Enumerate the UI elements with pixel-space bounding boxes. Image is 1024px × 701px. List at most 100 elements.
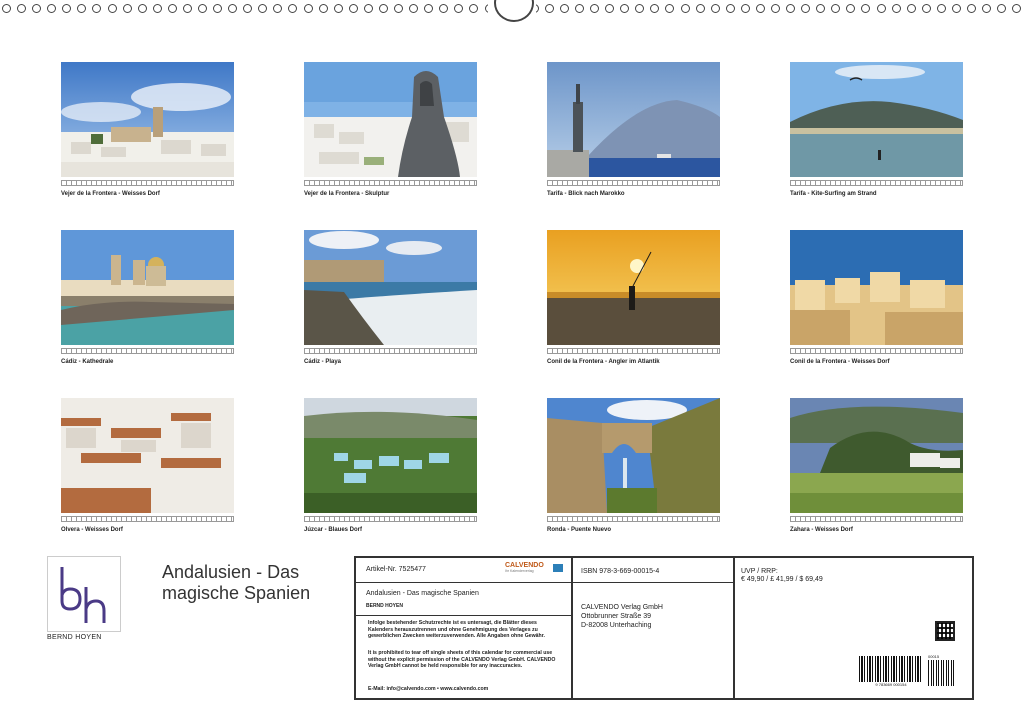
binding-ring (620, 4, 630, 13)
photo-card: Tarifa - Blick nach Marokko (547, 62, 720, 197)
photo-tarifa-kitesurfing (790, 62, 963, 177)
binding-ring (243, 4, 253, 13)
binding-ring (378, 4, 388, 13)
binding-ring (997, 4, 1007, 13)
binding-ring (92, 4, 102, 13)
photo-caption: Conil de la Frontera - Weisses Dorf (790, 359, 890, 365)
barcode-icon: 9 783669 000154 (859, 656, 923, 687)
binding-ring (982, 4, 992, 13)
binding-ring (273, 4, 283, 13)
binding-ring (152, 4, 162, 13)
spiral-binding (0, 0, 1024, 22)
photo-card: Conil de la Frontera - Angler im Atlanti… (547, 230, 720, 365)
price-info: UVP / RRP: € 49,90 / £ 41,99 / $ 69,49 (741, 568, 823, 584)
binding-ring (17, 4, 27, 13)
photo-caption: Ronda - Puente Nuevo (547, 527, 612, 533)
qr-code-icon (935, 621, 955, 641)
calendar-dates-strip (61, 348, 234, 354)
author-logo (47, 556, 121, 632)
binding-ring (333, 4, 343, 13)
calendar-dates-strip (61, 180, 234, 186)
photo-cadiz-cathedral (61, 230, 234, 345)
binding-ring (122, 4, 132, 13)
binding-ring (363, 4, 373, 13)
photo-caption: Vejer de la Frontera - Weisses Dorf (61, 191, 160, 197)
binding-ring (725, 4, 735, 13)
publisher-address: CALVENDO Verlag GmbH Ottobrunner Straße … (581, 604, 663, 629)
binding-ring (906, 4, 916, 13)
info-column-publisher: ISBN 978-3-669-00015-4 CALVENDO Verlag G… (571, 558, 735, 698)
binding-ring (544, 4, 554, 13)
binding-ring (801, 4, 811, 13)
binding-ring (921, 4, 931, 13)
product-info-box: Artikel-Nr. 7525477 CALVENDO Ihr Kalende… (354, 556, 974, 700)
photo-conil-village (790, 230, 963, 345)
binding-ring (62, 4, 72, 13)
binding-ring (559, 4, 569, 13)
isbn: ISBN 978-3-669-00015-4 (581, 568, 660, 575)
price-label: UVP / RRP: (741, 568, 778, 575)
binding-ring (967, 4, 976, 13)
binding-ring (424, 4, 434, 13)
binding-ring (107, 4, 117, 13)
binding-ring (650, 4, 660, 13)
photo-card: Tarifa - Kite-Surfing am Strand (790, 62, 963, 197)
calendar-hanger (494, 0, 534, 22)
binding-ring (77, 4, 87, 13)
binding-ring (182, 4, 192, 13)
binding-ring (32, 4, 42, 13)
photo-caption: Tarifa - Blick nach Marokko (547, 191, 625, 197)
binding-ring (574, 4, 584, 13)
binding-ring (288, 4, 298, 13)
photo-caption: Olvera - Weisses Dorf (61, 527, 123, 533)
calendar-dates-strip (304, 180, 477, 186)
binding-ring (876, 4, 886, 13)
calendar-dates-strip (304, 348, 477, 354)
barcode-number: 9 783669 000154 (875, 682, 907, 687)
barcode-addon-icon: 00015 (928, 654, 956, 686)
binding-ring (770, 4, 780, 13)
photo-caption: Cádiz - Kathedrale (61, 359, 114, 365)
product-author: BERND HOYEN (366, 603, 403, 609)
photo-card: Olvera - Weisses Dorf (61, 398, 234, 533)
barcode-addon-number: 00015 (928, 654, 940, 659)
photo-caption: Tarifa - Kite-Surfing am Strand (790, 191, 877, 197)
photo-ronda-bridge (547, 398, 720, 513)
author-name: BERND HOYEN (47, 634, 102, 641)
photo-zahara-village (790, 398, 963, 513)
calendar-title: Andalusien - Das magische Spanien (162, 562, 311, 603)
binding-ring (213, 4, 223, 13)
binding-ring (394, 4, 404, 13)
photo-caption: Vejer de la Frontera - Skulptur (304, 191, 390, 197)
legal-notice-german: Infolge bestehender Schutzrechte ist es … (368, 620, 545, 639)
binding-ring (137, 4, 147, 13)
calendar-dates-strip (790, 348, 963, 354)
price-value: € 49,90 / £ 41,99 / $ 69,49 (741, 576, 823, 583)
binding-ring (846, 4, 856, 13)
binding-ring (831, 4, 841, 13)
binding-ring (605, 4, 615, 13)
photo-card: Júzcar - Blaues Dorf (304, 398, 477, 533)
photo-card: Cádiz - Kathedrale (61, 230, 234, 365)
binding-ring (740, 4, 750, 13)
photo-juzcar-village (304, 398, 477, 513)
binding-ring (635, 4, 645, 13)
binding-ring (755, 4, 765, 13)
binding-ring (695, 4, 705, 13)
binding-ring (318, 4, 328, 13)
binding-ring (951, 4, 961, 13)
binding-ring (198, 4, 208, 13)
photo-card: Cádiz - Playa (304, 230, 477, 365)
binding-ring (469, 4, 479, 13)
calendar-dates-strip (547, 516, 720, 522)
binding-ring (47, 4, 57, 13)
binding-ring (167, 4, 177, 13)
photo-card: Vejer de la Frontera - Skulptur (304, 62, 477, 197)
photo-caption: Cádiz - Playa (304, 359, 342, 365)
binding-ring (680, 4, 690, 13)
calendar-dates-strip (790, 516, 963, 522)
binding-ring (454, 4, 464, 13)
photo-card: Conil de la Frontera - Weisses Dorf (790, 230, 963, 365)
binding-ring (1012, 4, 1022, 13)
binding-ring (816, 4, 826, 13)
